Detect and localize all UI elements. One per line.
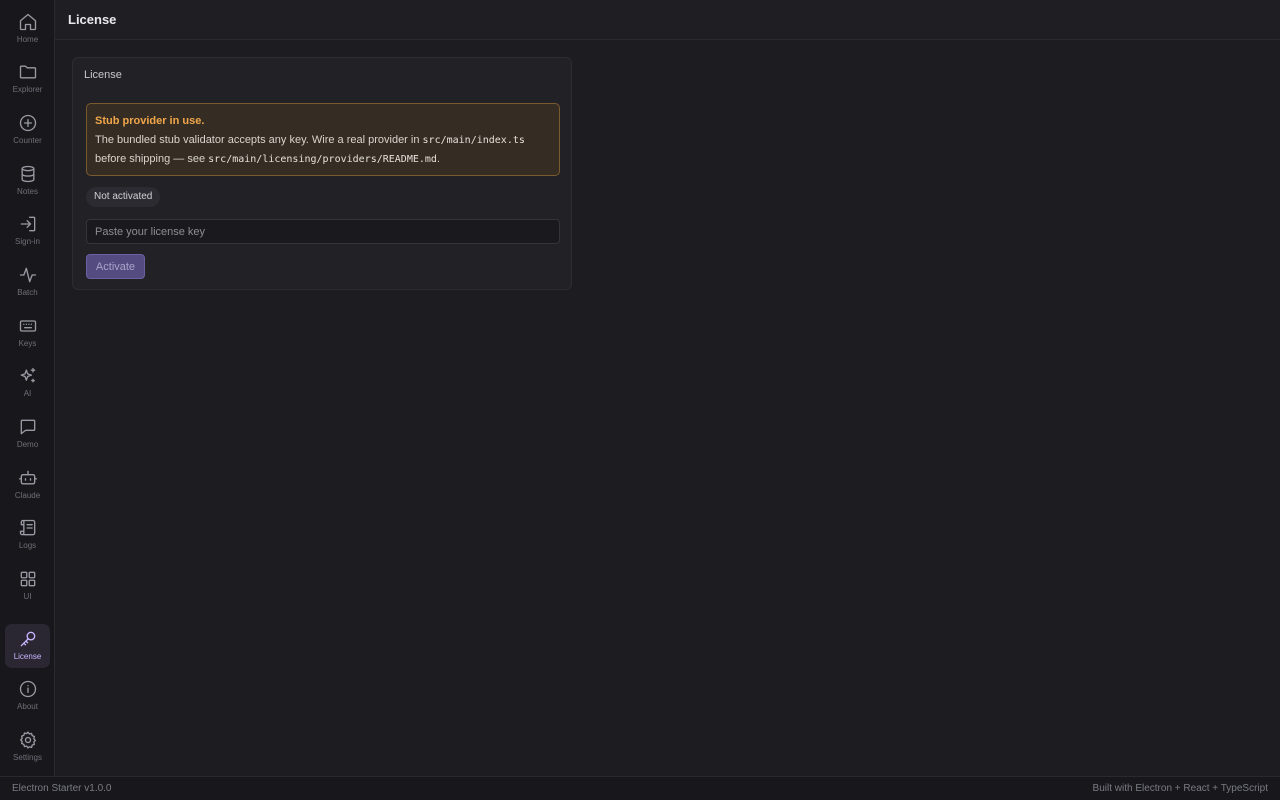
keyboard-icon <box>18 316 38 336</box>
sidebar-item-about[interactable]: About <box>5 674 50 718</box>
sidebar-item-label: Demo <box>16 440 39 449</box>
sidebar-item-notes[interactable]: Notes <box>5 159 50 203</box>
sidebar-item-sign-in[interactable]: Sign-in <box>5 209 50 253</box>
app-window: Home Explorer Counter Notes Sign-in Batc… <box>0 0 1280 800</box>
app-version: Electron Starter v1.0.0 <box>12 783 112 794</box>
sidebar-item-label: Explorer <box>12 85 43 94</box>
activate-button[interactable]: Activate <box>86 254 145 279</box>
gear-icon <box>18 730 38 750</box>
sidebar-item-counter[interactable]: Counter <box>5 108 50 152</box>
stub-provider-warning: Stub provider in use. The bundled stub v… <box>86 103 560 176</box>
grid-icon <box>18 569 38 589</box>
sparkles-icon <box>18 366 38 386</box>
folder-icon <box>18 62 38 82</box>
sidebar-item-settings[interactable]: Settings <box>5 725 50 769</box>
page-header: License <box>55 0 1280 40</box>
page-title: License <box>68 12 117 27</box>
sidebar-item-explorer[interactable]: Explorer <box>5 57 50 101</box>
sidebar-item-ui[interactable]: UI <box>5 564 50 608</box>
sidebar-item-logs[interactable]: Logs <box>5 513 50 557</box>
status-badge: Not activated <box>86 187 161 207</box>
status-bar: Electron Starter v1.0.0 Built with Elect… <box>0 776 1280 800</box>
sign-in-icon <box>18 214 38 234</box>
sidebar-item-demo[interactable]: Demo <box>5 412 50 456</box>
database-icon <box>18 164 38 184</box>
sidebar-item-label: Settings <box>13 753 42 762</box>
warning-text-part: . <box>436 153 440 165</box>
warning-code-path: src/main/index.ts <box>422 135 525 146</box>
info-icon <box>18 679 38 699</box>
sidebar-item-label: Sign-in <box>15 237 40 246</box>
warning-title: Stub provider in use. <box>95 115 205 127</box>
sidebar-item-label: Batch <box>17 288 38 297</box>
sidebar-item-batch[interactable]: Batch <box>5 260 50 304</box>
plus-circle-icon <box>18 113 38 133</box>
sidebar: Home Explorer Counter Notes Sign-in Batc… <box>0 0 55 776</box>
message-square-icon <box>18 417 38 437</box>
sidebar-item-home[interactable]: Home <box>5 7 50 51</box>
sidebar-item-ai[interactable]: AI <box>5 361 50 405</box>
key-icon <box>18 629 38 649</box>
sidebar-item-label: About <box>17 702 38 711</box>
home-icon <box>18 12 38 32</box>
built-with-text: Built with Electron + React + TypeScript <box>1092 783 1268 794</box>
warning-text: The bundled stub validator accepts any k… <box>95 131 551 169</box>
sidebar-item-keys[interactable]: Keys <box>5 311 50 355</box>
sidebar-item-license[interactable]: License <box>5 624 50 668</box>
bot-icon <box>18 468 38 488</box>
card-title: License <box>84 69 122 81</box>
sidebar-item-label: Notes <box>17 187 38 196</box>
warning-text-part: The bundled stub validator accepts any k… <box>95 134 423 146</box>
scroll-icon <box>18 518 38 538</box>
license-key-input[interactable] <box>86 219 560 244</box>
sidebar-item-label: License <box>13 652 42 661</box>
sidebar-item-label: Keys <box>18 339 37 348</box>
warning-text-part: before shipping — see <box>95 153 209 165</box>
sidebar-item-claude[interactable]: Claude <box>5 463 50 507</box>
sidebar-item-label: Counter <box>13 136 42 145</box>
sidebar-item-label: UI <box>23 592 32 601</box>
sidebar-item-label: AI <box>23 389 32 398</box>
license-card: License Stub provider in use. The bundle… <box>72 57 572 290</box>
sidebar-item-label: Claude <box>14 491 41 500</box>
sidebar-item-label: Logs <box>18 541 37 550</box>
activity-icon <box>18 265 38 285</box>
sidebar-item-label: Home <box>16 35 39 44</box>
warning-code-path: src/main/licensing/providers/README.md <box>208 154 437 165</box>
